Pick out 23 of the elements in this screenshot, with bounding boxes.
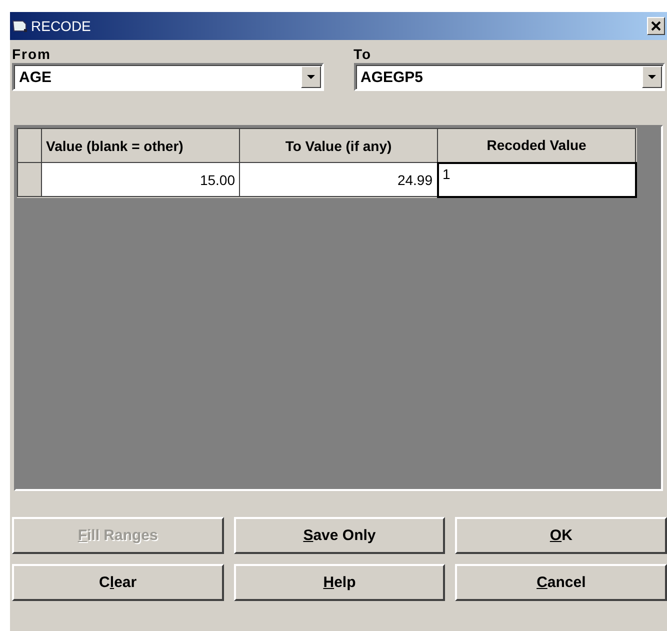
dialog-button[interactable]: Save Only <box>234 517 446 554</box>
field-label: From <box>12 46 52 62</box>
dropdown-field[interactable]: AGE <box>12 63 324 91</box>
window-title: RECODE <box>31 18 92 34</box>
table-cell: 24.99 <box>240 162 438 196</box>
dropdown-field[interactable]: AGEGP5 <box>354 63 665 91</box>
close-button[interactable] <box>647 17 665 35</box>
column-header[interactable]: Value (blank = other) <box>42 128 240 162</box>
field-label: To <box>354 46 373 62</box>
dialog-button[interactable]: Help <box>234 564 446 601</box>
dialog-button[interactable]: Clear <box>12 564 224 601</box>
close-icon <box>651 21 661 31</box>
caret-icon <box>306 75 314 79</box>
caret-icon <box>648 75 656 79</box>
corner-header-cell <box>18 128 42 162</box>
dialog-button[interactable]: Cancel <box>455 564 667 601</box>
dropdown-arrow-button[interactable] <box>642 66 662 88</box>
app-icon <box>12 19 28 33</box>
dialog-button[interactable]: OK <box>455 517 667 554</box>
cell-input-field[interactable]: 1 <box>438 162 636 196</box>
column-header[interactable]: To Value (if any) <box>240 128 438 162</box>
dropdown-arrow-button[interactable] <box>300 66 320 88</box>
table-cell: 15.00 <box>42 162 240 196</box>
